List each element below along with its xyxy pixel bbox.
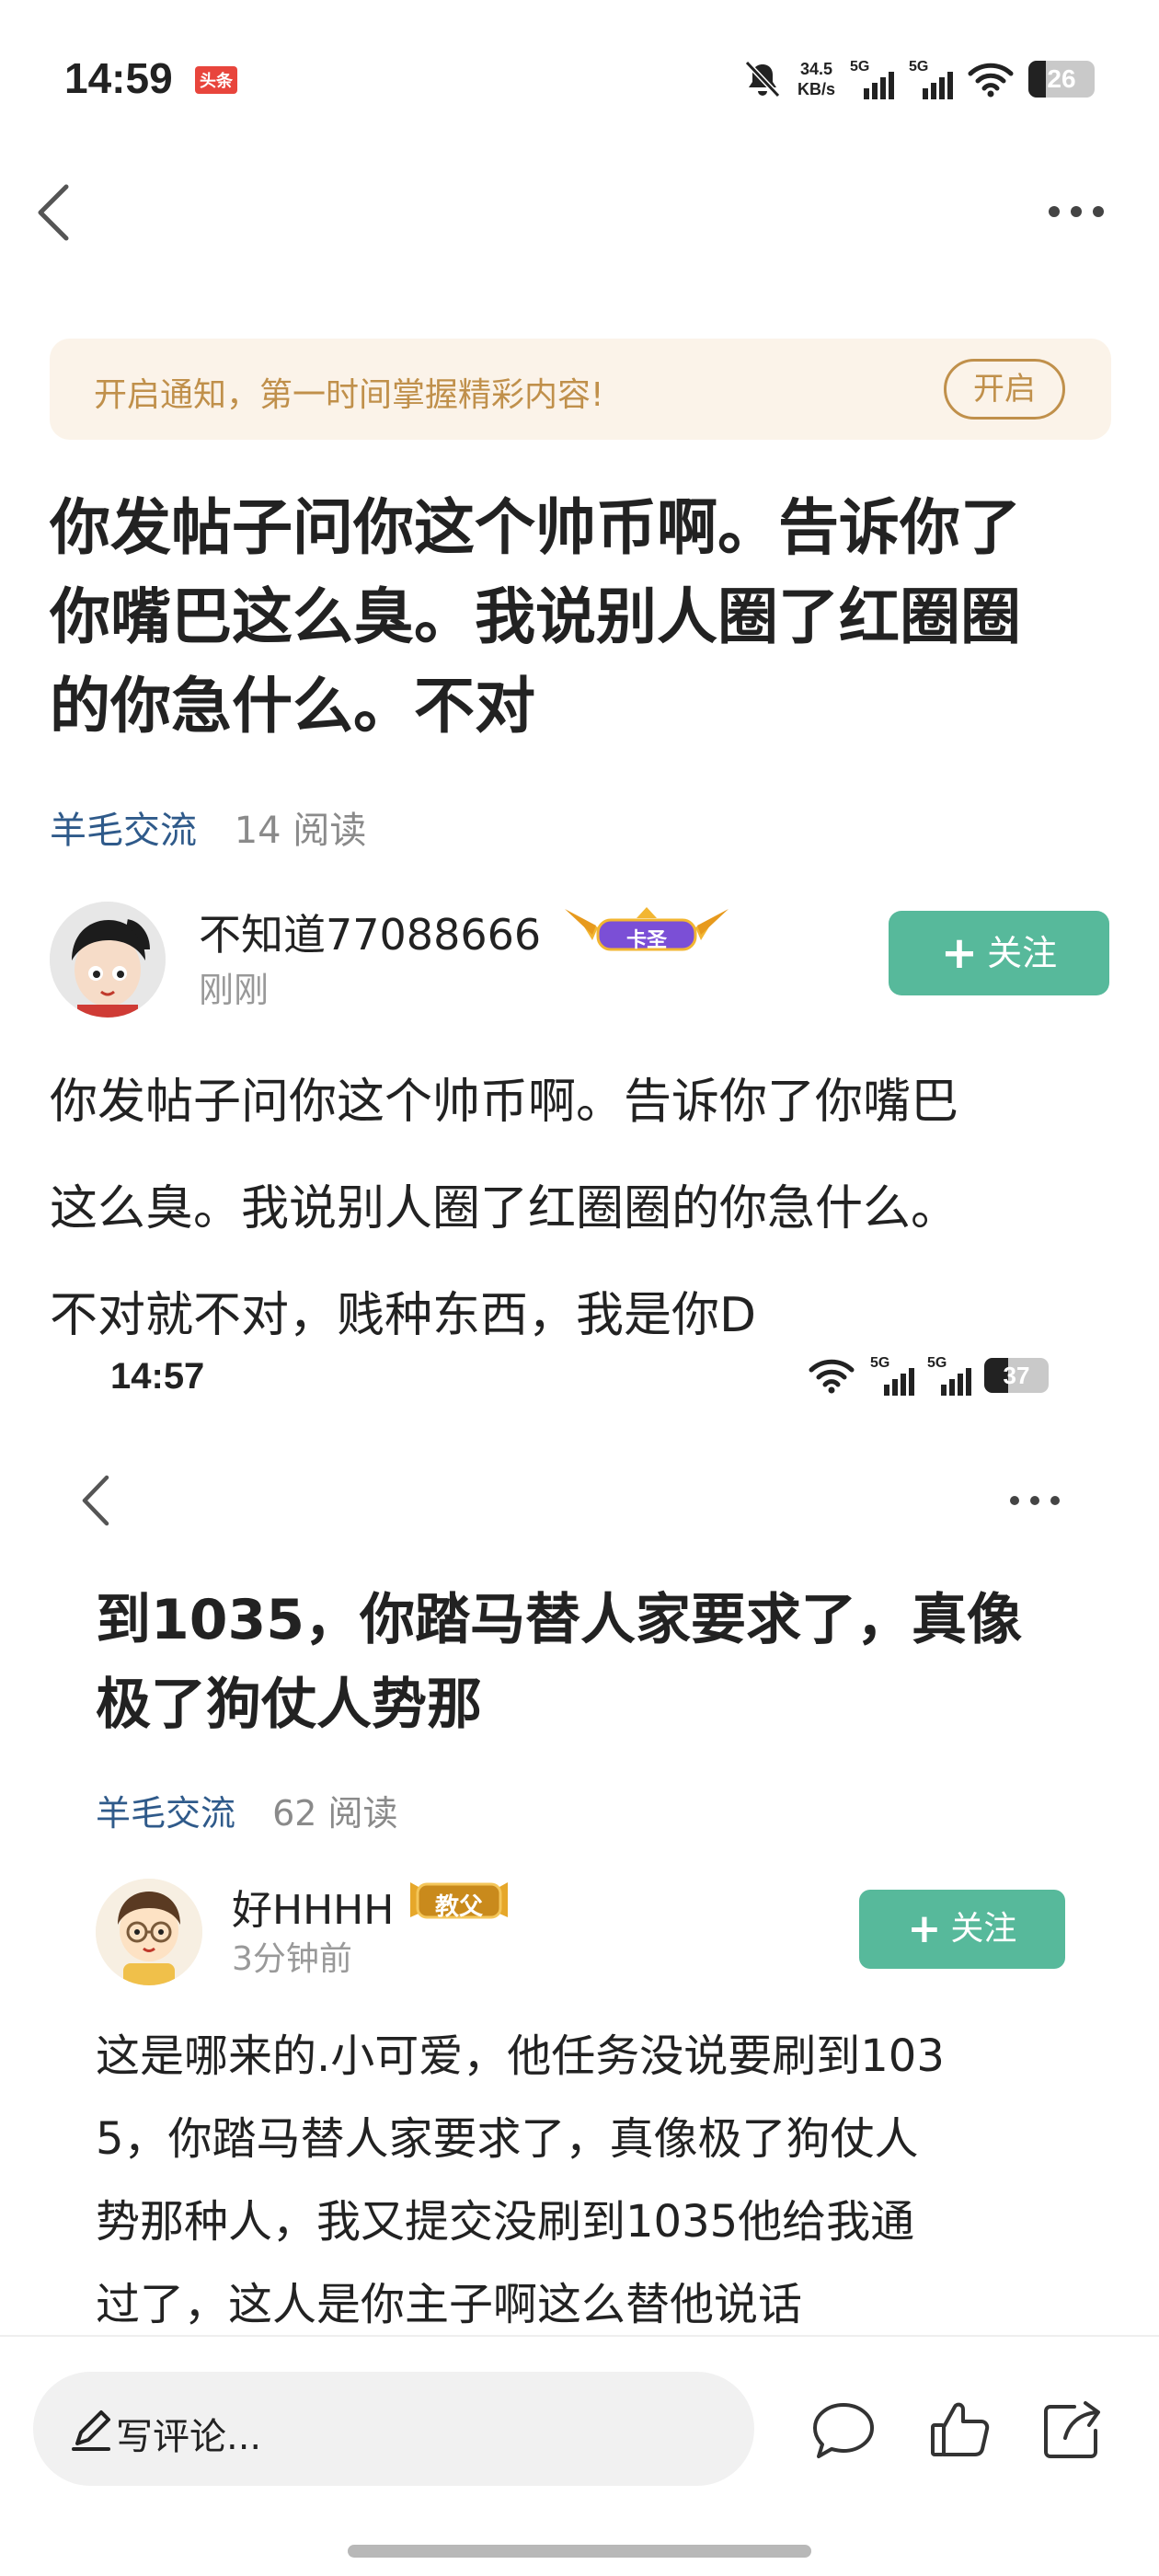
back-icon[interactable]: [28, 179, 83, 246]
share-icon[interactable]: [1038, 2396, 1106, 2464]
comment-placeholder: 写评论...: [116, 2416, 262, 2458]
net-speed: 34.5 KB/s: [797, 60, 835, 98]
post-time: 刚刚: [199, 970, 270, 1010]
wifi-icon: [968, 63, 1014, 98]
post-title: 你发帖子问你这个帅币啊。告诉你了 你嘴巴这么臭。我说别人圈了红圈圈 的你急什么。…: [50, 492, 1021, 742]
category-link[interactable]: 羊毛交流: [50, 810, 197, 852]
follow-button[interactable]: + 关注: [889, 911, 1109, 995]
comment-input[interactable]: 写评论...: [33, 2372, 754, 2486]
notification-text: 开启通知，第一时间掌握精彩内容!: [94, 376, 604, 414]
bottom-bar: 写评论...: [0, 2335, 1159, 2576]
app-badge: 头条: [195, 66, 237, 94]
post-body: 你发帖子问你这个帅币啊。告诉你了你嘴巴 这么臭。我说别人圈了红圈圈的你急什么。 …: [50, 1075, 959, 1343]
more-icon[interactable]: [1003, 1485, 1067, 1516]
post-meta: 羊毛交流 14 阅读: [50, 800, 366, 854]
comment-icon[interactable]: [809, 2396, 878, 2464]
signal-icon: 5G: [870, 1355, 914, 1396]
embedded-status-time: 14:57: [110, 1356, 205, 1397]
back-icon[interactable]: [74, 1470, 120, 1531]
read-count: 62 阅读: [272, 1793, 398, 1834]
home-indicator[interactable]: [348, 2545, 811, 2558]
follow-button[interactable]: + 关注: [859, 1890, 1065, 1969]
plus-icon: +: [907, 1905, 942, 1952]
avatar[interactable]: [50, 902, 166, 1018]
like-icon[interactable]: [925, 2396, 993, 2464]
avatar[interactable]: [96, 1879, 202, 1985]
notification-banner: 开启通知，第一时间掌握精彩内容! 开启: [50, 339, 1111, 440]
enable-notification-button[interactable]: 开启: [944, 359, 1065, 420]
status-time: 14:59: [64, 54, 173, 102]
embedded-post-body: 这是哪来的.小可爱，他任务没说要刷到103 5，你踏马替人家要求了，真像极了狗仗…: [96, 2030, 945, 2330]
embedded-post-meta: 羊毛交流 62 阅读: [96, 1785, 398, 1835]
signal-icon: 5G: [909, 59, 953, 99]
author-name[interactable]: 不知道77088666: [199, 902, 541, 962]
pen-icon: [72, 2410, 110, 2451]
status-bar: 14:59 头条 34.5 KB/s 5G 5G 26: [0, 0, 1159, 156]
more-icon[interactable]: [1039, 193, 1113, 230]
post-time: 3分钟前: [232, 1940, 352, 1978]
read-count: 14 阅读: [234, 810, 367, 852]
signal-icon: 5G: [927, 1355, 971, 1396]
wifi-icon: [809, 1359, 855, 1394]
embedded-post-title: 到1035，你踏马替人家要求了，真像 极了狗仗人势那: [96, 1588, 1022, 1737]
battery-icon: 37: [984, 1358, 1049, 1393]
signal-icon: 5G: [850, 59, 894, 99]
author-name[interactable]: 好HHHH: [232, 1877, 394, 1936]
plus-icon: +: [940, 927, 979, 979]
level-badge: 教父: [405, 1875, 513, 1925]
level-badge: 卡圣: [559, 900, 734, 959]
category-link[interactable]: 羊毛交流: [96, 1793, 235, 1834]
battery-icon: 26: [1028, 61, 1095, 98]
mute-icon: [744, 60, 781, 98]
